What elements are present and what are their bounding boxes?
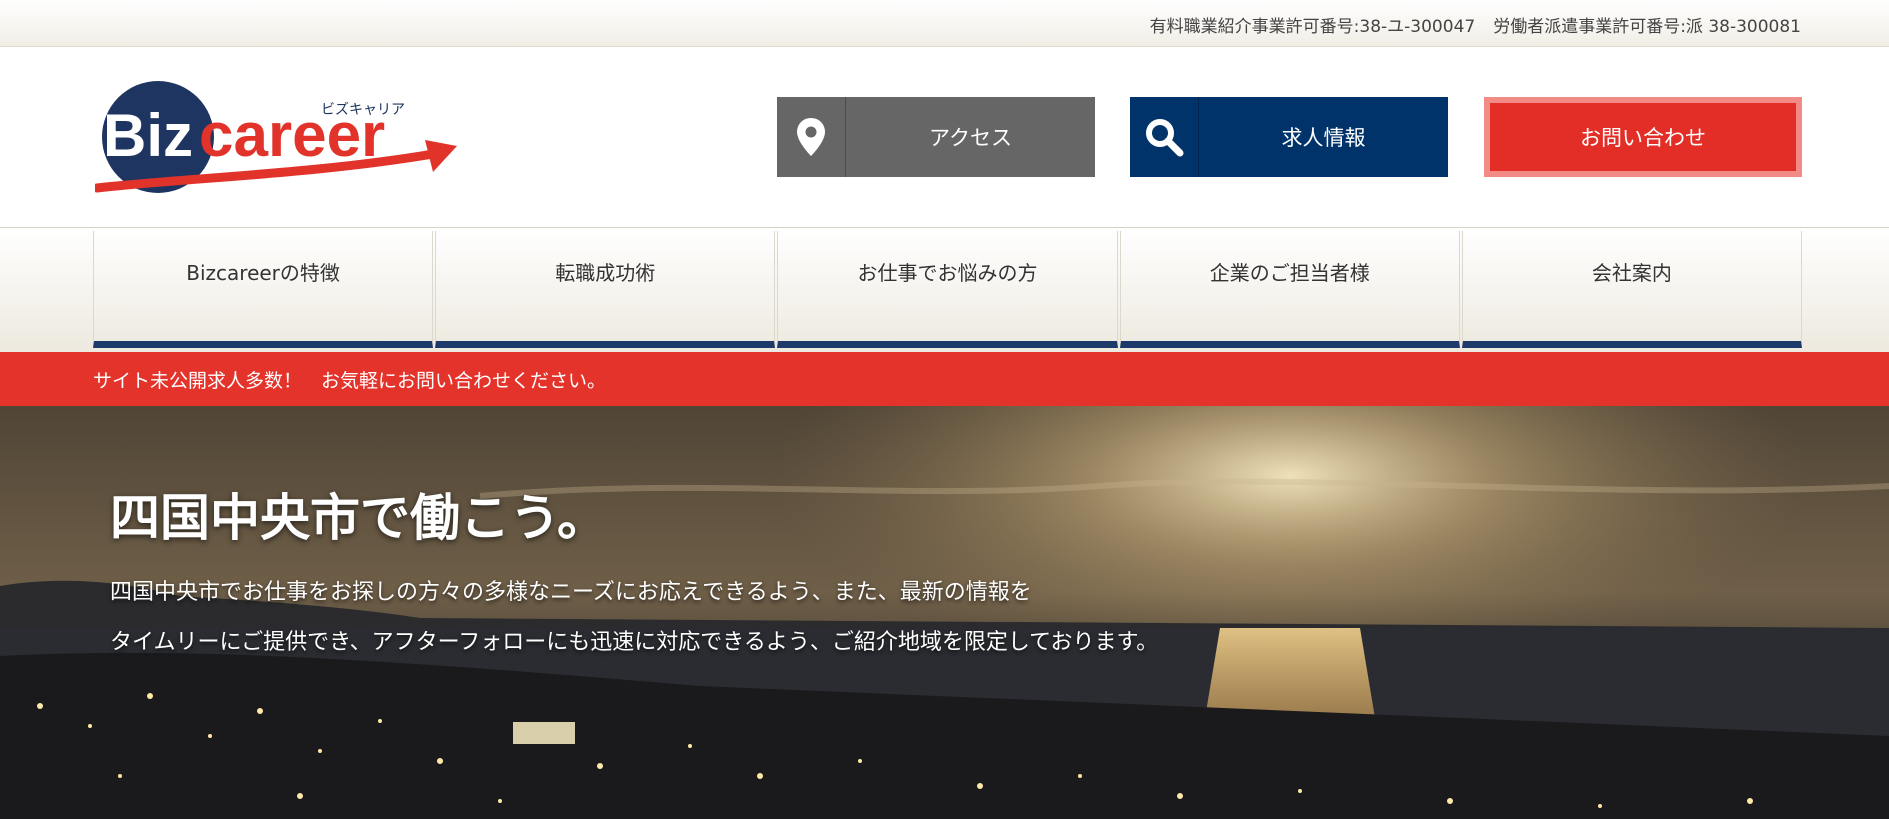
contact-button[interactable]: お問い合わせ [1484,97,1802,177]
nav-item-job-worries[interactable]: お仕事でお悩みの方 [777,231,1118,348]
bizcareer-logo[interactable]: Biz career ビズキャリア [92,78,460,198]
placement-license: 有料職業紹介事業許可番号:38-ユ-300047 [1149,17,1476,37]
hero-description-line-2: タイムリーにご提供でき、アフターフォローにも迅速に対応できるよう、ご紹介地域を限… [110,630,1159,655]
access-label: アクセス [929,126,1012,150]
license-info: 有料職業紹介事業許可番号:38-ユ-300047 労働者派遣事業許可番号:派 38… [1150,12,1801,37]
license-bar: 有料職業紹介事業許可番号:38-ユ-300047 労働者派遣事業許可番号:派 38… [0,0,1889,47]
map-pin-icon [777,97,846,177]
access-button[interactable]: アクセス [777,97,1095,177]
job-search-button[interactable]: 求人情報 [1130,97,1448,177]
nav-item-companies[interactable]: 企業のご担当者様 [1119,231,1460,348]
logo-kana: ビズキャリア [321,102,405,118]
night-city-harbor-image [0,406,1889,819]
notice-text: サイト未公開求人多数！ お気軽にお問い合わせください。 [93,370,607,392]
job-search-label: 求人情報 [1281,126,1366,150]
logo-graphic: Biz career ビズキャリア [92,81,457,193]
nav-item-features[interactable]: Bizcareerの特徴 [93,231,434,348]
hero-description-line-1: 四国中央市でお仕事をお探しの方々の多様なニーズにお応えできるよう、また、最新の情… [110,580,1032,605]
site-header: Biz career ビズキャリア アクセス 求人情報 お問い合わせ [0,47,1889,227]
nav-item-career-tips[interactable]: 転職成功術 [435,231,776,348]
nav-item-company-info[interactable]: 会社案内 [1461,231,1803,348]
logo-brand-part-biz: Biz [103,102,193,169]
search-icon [1130,97,1199,177]
notice-banner: サイト未公開求人多数！ お気軽にお問い合わせください。 [0,352,1889,406]
hero-title: 四国中央市で働こう。 [110,489,607,547]
hero-banner: 四国中央市で働こう。 四国中央市でお仕事をお探しの方々の多様なニーズにお応えでき… [0,406,1889,819]
contact-label: お問い合わせ [1580,126,1706,150]
main-nav: Bizcareerの特徴 転職成功術 お仕事でお悩みの方 企業のご担当者様 会社… [0,227,1889,353]
dispatch-license: 労働者派遣事業許可番号:派 38-300081 [1493,17,1801,37]
